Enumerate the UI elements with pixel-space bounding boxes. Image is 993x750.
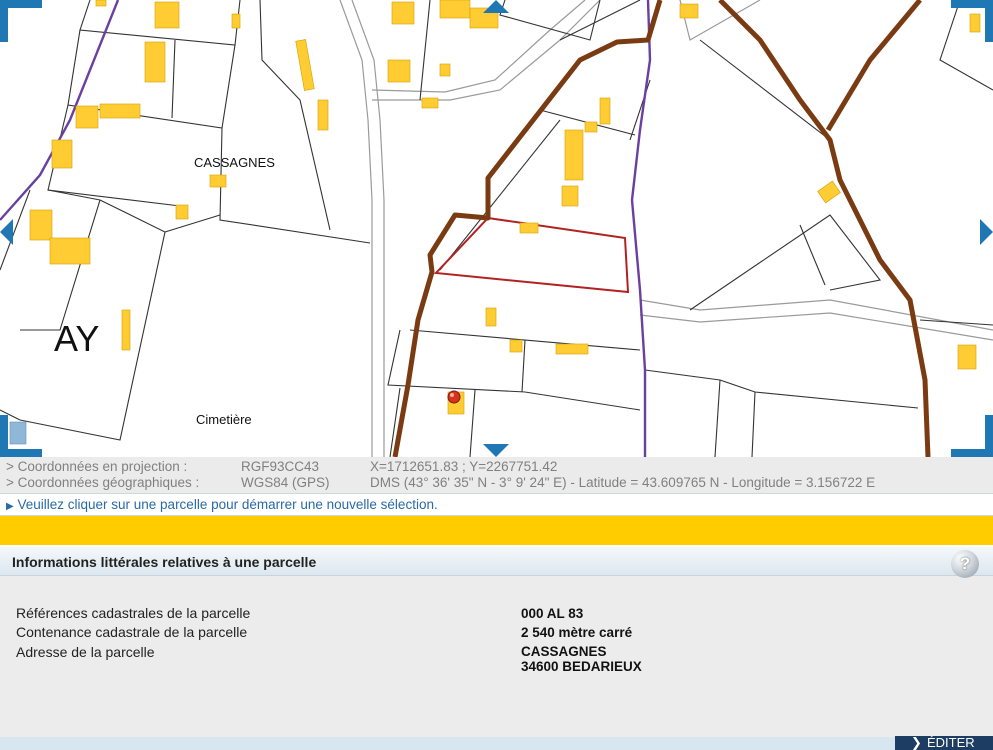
geographic-system: WGS84 (GPS) — [241, 475, 330, 490]
selection-hint: ▶ Veuillez cliquer sur une parcelle pour… — [0, 493, 993, 516]
geographic-coordinates-row: > Coordonnées géographiques : WGS84 (GPS… — [6, 475, 991, 491]
parcel-address-label: Adresse de la parcelle — [16, 644, 155, 660]
projection-label: > Coordonnées en projection : — [6, 459, 188, 474]
cadastral-area-label: Contenance cadastrale de la parcelle — [16, 624, 248, 640]
cadastral-map[interactable]: AY CASSAGNES Cimetière — [0, 0, 993, 457]
projection-value: X=1712651.83 ; Y=2267751.42 — [370, 459, 558, 474]
cadastral-area-value: 2 540 mètre carré — [521, 625, 633, 640]
map-corner-bottom-right — [951, 415, 993, 457]
map-corner-top-left — [0, 0, 42, 42]
edit-button-label: ÉDITER — [927, 735, 975, 750]
pan-left-icon[interactable] — [0, 219, 13, 245]
place-label: Cimetière — [196, 412, 252, 427]
parcel-address-line1: CASSAGNES — [521, 644, 607, 659]
help-icon[interactable]: ? — [951, 550, 979, 578]
pan-right-icon[interactable] — [980, 219, 993, 245]
commune-border — [392, 0, 931, 457]
pan-down-icon[interactable] — [483, 444, 509, 457]
section-border — [0, 0, 652, 457]
geographic-label: > Coordonnées géographiques : — [6, 475, 200, 490]
play-arrow-icon: ▶ — [6, 501, 14, 512]
geographic-value: DMS (43° 36' 35" N - 3° 9' 24" E) - Lati… — [370, 475, 876, 490]
chevron-right-icon: ❯ — [911, 735, 922, 750]
coordinates-bar: > Coordonnées en projection : RGF93CC43 … — [0, 457, 993, 493]
cadastral-reference-value: 000 AL 83 — [521, 606, 584, 621]
edit-button[interactable]: ❯ ÉDITER — [895, 736, 993, 750]
pan-up-icon[interactable] — [483, 0, 509, 13]
location-marker-icon — [447, 390, 461, 404]
cadastral-reference-label: Références cadastrales de la parcelle — [16, 605, 251, 621]
buildings — [9, 0, 981, 445]
section-label: AY — [54, 318, 100, 359]
status-bar — [0, 516, 993, 545]
panel-header: Informations littérales relatives à une … — [0, 545, 993, 578]
hint-text: Veuillez cliquer sur une parcelle pour d… — [17, 497, 438, 512]
map-corner-top-right — [951, 0, 993, 42]
projection-coordinates-row: > Coordonnées en projection : RGF93CC43 … — [6, 459, 991, 475]
roads — [339, 0, 993, 457]
panel-footer — [0, 737, 993, 750]
locality-label: CASSAGNES — [194, 155, 275, 170]
panel-title: Informations littérales relatives à une … — [12, 554, 317, 570]
parcel-info-panel: Informations littérales relatives à une … — [0, 545, 993, 750]
map-corner-bottom-left — [0, 415, 42, 457]
parcel-address-line2: 34600 BEDARIEUX — [521, 659, 642, 674]
map-canvas[interactable] — [0, 0, 993, 457]
projection-system: RGF93CC43 — [241, 459, 320, 474]
